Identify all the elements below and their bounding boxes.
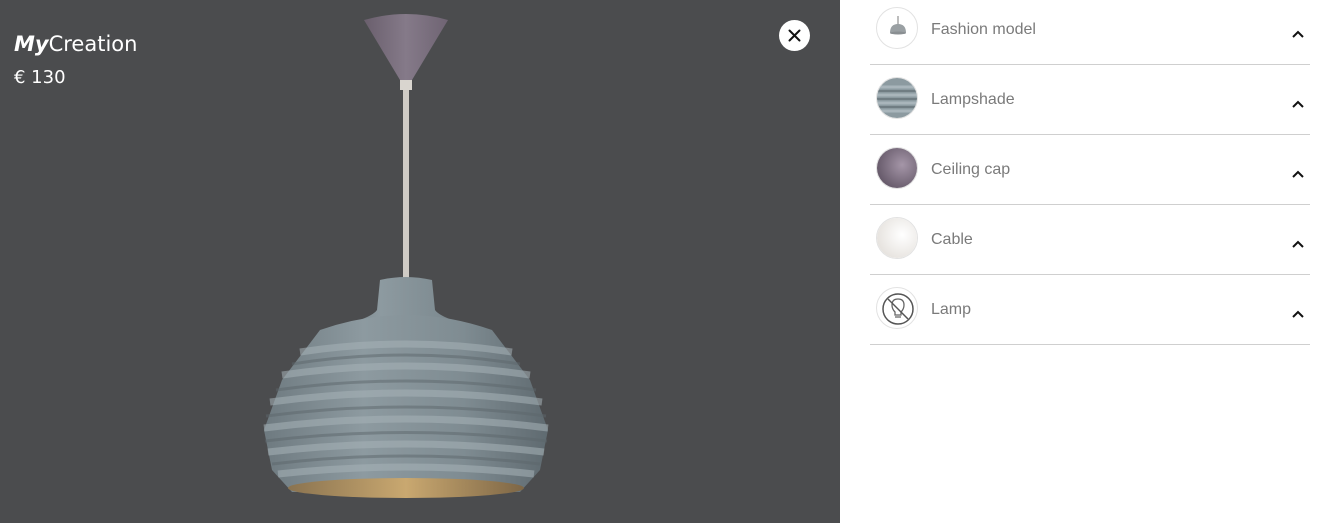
option-fashion-model[interactable]: Fashion model xyxy=(870,0,1310,65)
chevron-up-icon[interactable] xyxy=(1292,240,1304,248)
fashion-model-icon xyxy=(876,7,918,49)
option-label: Ceiling cap xyxy=(931,161,1011,178)
product-viewer[interactable]: MyCreation € 130 xyxy=(0,0,840,523)
option-cable[interactable]: Cable xyxy=(870,205,1310,275)
option-label: Lamp xyxy=(931,301,972,318)
ceiling-cap-swatch-icon xyxy=(876,147,918,189)
brand-prefix: My xyxy=(14,32,49,56)
option-label: Lampshade xyxy=(931,91,1015,108)
brand-name: Creation xyxy=(48,32,138,56)
close-icon xyxy=(788,29,801,42)
brand-logo: MyCreation xyxy=(14,31,137,57)
close-button[interactable] xyxy=(779,20,810,51)
option-lamp[interactable]: Lamp xyxy=(870,275,1310,345)
option-label: Fashion model xyxy=(931,21,1036,38)
cable-swatch-icon xyxy=(876,217,918,259)
option-lampshade[interactable]: Lampshade xyxy=(870,65,1310,135)
option-ceiling-cap[interactable]: Ceiling cap xyxy=(870,135,1310,205)
chevron-up-icon[interactable] xyxy=(1292,30,1304,38)
lampshade-swatch-icon xyxy=(876,77,918,119)
no-bulb-icon xyxy=(876,287,918,329)
chevron-up-icon[interactable] xyxy=(1292,100,1304,108)
option-label: Cable xyxy=(931,231,973,248)
chevron-up-icon[interactable] xyxy=(1292,310,1304,318)
product-price: € 130 xyxy=(14,67,66,88)
pendant-lamp-render[interactable] xyxy=(230,0,590,523)
options-panel: Fashion model Lampshade Ceiling cap Cabl… xyxy=(870,0,1310,345)
chevron-up-icon[interactable] xyxy=(1292,170,1304,178)
